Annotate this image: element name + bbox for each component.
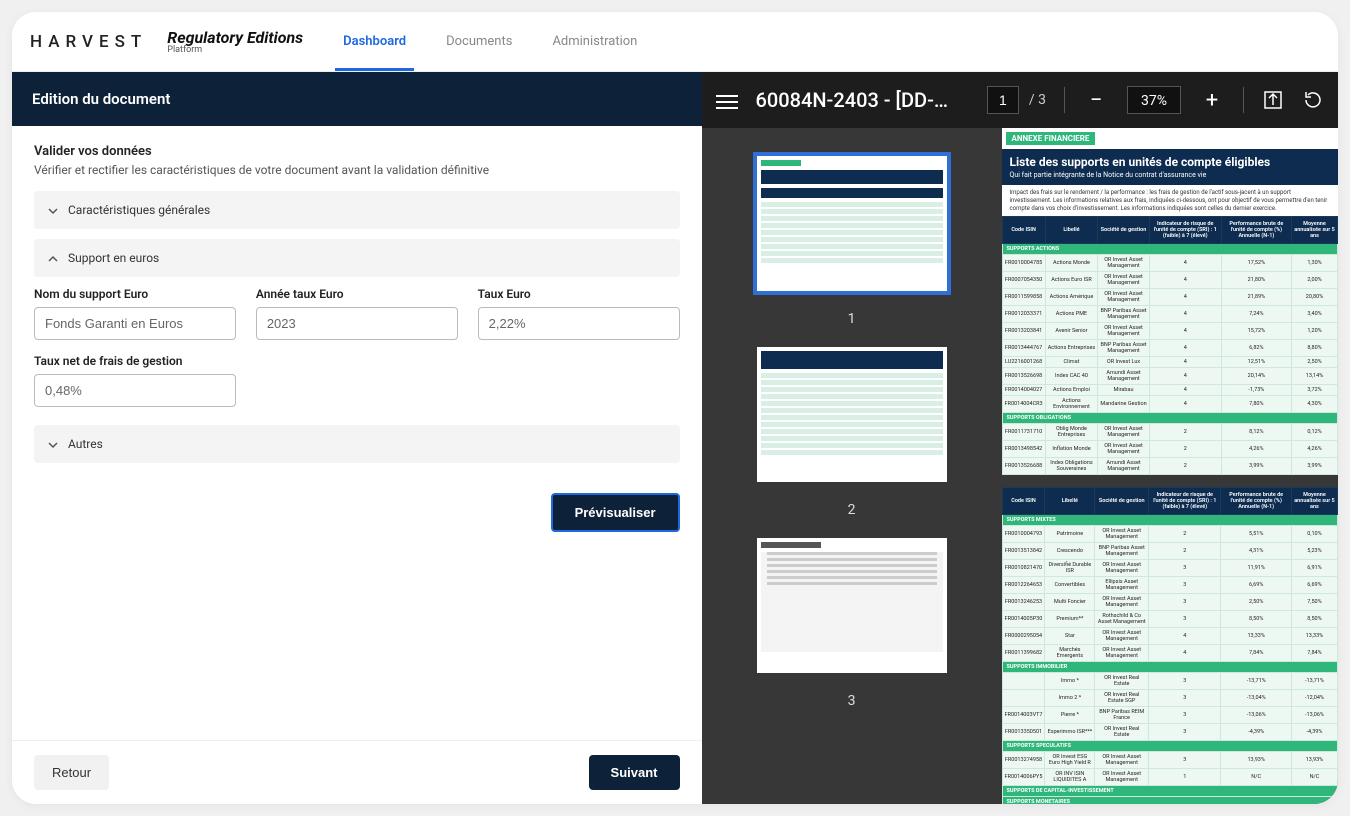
- accordion-other[interactable]: Autres: [34, 425, 680, 463]
- pdf-body: 1 2: [702, 128, 1338, 804]
- thumbnail-3[interactable]: [757, 538, 947, 673]
- thumbnail-2[interactable]: [757, 347, 947, 482]
- menu-icon[interactable]: [716, 91, 738, 109]
- app-frame: HARVEST Regulatory Editions Platform Das…: [12, 12, 1338, 804]
- thumbnail-1[interactable]: [757, 156, 947, 291]
- zoom-value[interactable]: 37%: [1127, 86, 1181, 114]
- accordion-euro-label: Support en euros: [68, 251, 159, 265]
- thumbnail-2-label: 2: [848, 502, 856, 518]
- label-rate: Taux Euro: [478, 287, 680, 301]
- rotate-icon[interactable]: [1302, 89, 1324, 111]
- thumbnail-1-label: 1: [848, 311, 856, 327]
- chevron-down-icon: [48, 205, 58, 215]
- page-input[interactable]: [987, 86, 1019, 114]
- footer-actions: Retour Suivant: [12, 740, 702, 804]
- accordion-euro[interactable]: Support en euros: [34, 239, 680, 277]
- field-rate: Taux Euro: [478, 287, 680, 340]
- next-button[interactable]: Suivant: [589, 755, 680, 790]
- main: Edition du document Valider vos données …: [12, 72, 1338, 804]
- product-name: Regulatory Editions Platform: [167, 28, 303, 55]
- separator: [1064, 87, 1065, 113]
- chevron-up-icon: [48, 253, 58, 263]
- thumbnail-panel[interactable]: 1 2: [702, 128, 1002, 804]
- pdf-toolbar: 60084N-2403 - [DD-… / 3 − 37% +: [702, 72, 1338, 128]
- annex-note: Impact des frais sur le rendement / la p…: [1002, 185, 1338, 216]
- annex-tag: ANNEXE FINANCIERE: [1006, 132, 1096, 145]
- pdf-viewer: 60084N-2403 - [DD-… / 3 − 37% +: [702, 72, 1338, 804]
- label-net-rate: Taux net de frais de gestion: [34, 354, 236, 368]
- annex-title: Liste des supports en unités de compte é…: [1010, 155, 1330, 169]
- accordion-general[interactable]: Caractéristiques générales: [34, 191, 680, 229]
- field-year: Année taux Euro: [256, 287, 458, 340]
- validate-title: Valider vos données: [34, 144, 680, 159]
- input-support-name[interactable]: [34, 307, 236, 340]
- chevron-down-icon: [48, 439, 58, 449]
- pdf-page-1[interactable]: ANNEXE FINANCIERE Liste des supports en …: [1002, 128, 1338, 804]
- nav-tabs: Dashboard Documents Administration: [343, 12, 637, 71]
- page-title: Edition du document: [12, 72, 702, 126]
- tab-administration[interactable]: Administration: [552, 12, 637, 71]
- validate-subtitle: Vérifier et rectifier les caractéristiqu…: [34, 163, 680, 177]
- input-rate[interactable]: [478, 307, 680, 340]
- accordion-other-label: Autres: [68, 437, 103, 451]
- euro-form: Nom du support Euro Année taux Euro Taux…: [34, 287, 680, 407]
- thumbnail-3-label: 3: [848, 693, 856, 709]
- tab-documents[interactable]: Documents: [446, 12, 512, 71]
- separator: [1243, 87, 1244, 113]
- pdf-title: 60084N-2403 - [DD-…: [756, 88, 949, 112]
- zoom-in-button[interactable]: +: [1199, 87, 1225, 113]
- field-net-rate: Taux net de frais de gestion: [34, 354, 236, 407]
- label-support-name: Nom du support Euro: [34, 287, 236, 301]
- field-support-name: Nom du support Euro: [34, 287, 236, 340]
- page-indicator: / 3: [987, 86, 1046, 114]
- topbar: HARVEST Regulatory Editions Platform Das…: [12, 12, 1338, 72]
- accordion-general-label: Caractéristiques générales: [68, 203, 210, 217]
- annex-table-2: Code ISINLibelléSociété de gestionIndica…: [1002, 487, 1338, 804]
- input-year[interactable]: [256, 307, 458, 340]
- annex-table: Code ISINLibelléSociété de gestionIndica…: [1002, 216, 1338, 475]
- back-button[interactable]: Retour: [34, 755, 109, 790]
- left-panel: Edition du document Valider vos données …: [12, 72, 702, 804]
- zoom-out-button[interactable]: −: [1083, 87, 1109, 113]
- label-year: Année taux Euro: [256, 287, 458, 301]
- form-area: Valider vos données Vérifier et rectifie…: [12, 126, 702, 740]
- preview-button[interactable]: Prévisualiser: [551, 493, 680, 532]
- annex-subtitle: Qui fait partie intégrante de la Notice …: [1010, 171, 1330, 179]
- input-net-rate[interactable]: [34, 374, 236, 407]
- tab-dashboard[interactable]: Dashboard: [343, 12, 406, 71]
- annex-header: Liste des supports en unités de compte é…: [1002, 149, 1338, 185]
- fit-page-icon[interactable]: [1262, 89, 1284, 111]
- page-total: / 3: [1029, 92, 1046, 108]
- logo: HARVEST: [30, 32, 147, 52]
